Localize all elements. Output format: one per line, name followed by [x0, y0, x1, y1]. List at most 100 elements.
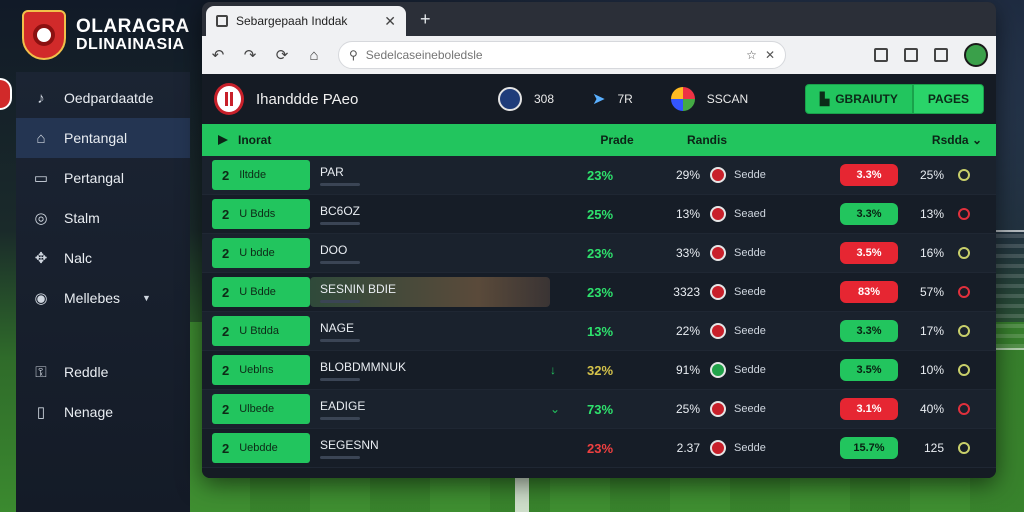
table-row[interactable]: 2 U Bdds BC6OZ 25% 13% Seaed 3.3% 13%	[202, 195, 996, 234]
rank-pill[interactable]: 2 Uebdde	[212, 433, 310, 463]
sidebar: ♪ Oedpardaatde ⌂ Pentangal ▭ Pertangal ◎…	[16, 72, 190, 512]
pitch-line	[515, 476, 529, 512]
status-dot-icon[interactable]	[958, 208, 970, 220]
table-row[interactable]: 2 Ueblns BLOBDMMNUK ↓ 32% 91% Sedde 3.5%…	[202, 351, 996, 390]
status-dot-icon[interactable]	[958, 364, 970, 376]
player-name: SEGESNN	[320, 437, 379, 452]
app-logo[interactable]: OLARAGRA DLINAINASIA	[22, 10, 190, 60]
gravity-button[interactable]: ▙ GBRAIUTY	[804, 84, 913, 114]
stat-value: SSCAN	[706, 92, 749, 106]
table-row[interactable]: 2 Ulbede EADIGE ⌄ 73% 25% Seede 3.1% 40%	[202, 390, 996, 429]
rank-pill[interactable]: 2 Ulbede	[212, 394, 310, 424]
rank-tag: Ueblns	[239, 364, 274, 376]
new-tab-icon[interactable]: +	[420, 9, 431, 30]
back-icon[interactable]: ↶	[210, 46, 226, 64]
browser-window: Sebargepaah Inddak ✕ + ↶ ↷ ⟳ ⌂ ⚲ ☆ ✕ Iha…	[202, 2, 996, 478]
odds-badge[interactable]: 3.3%	[840, 203, 898, 225]
status-dot-icon[interactable]	[958, 286, 970, 298]
odds-badge[interactable]: 3.5%	[840, 359, 898, 381]
player-name: PAR	[320, 164, 344, 179]
star-icon[interactable]: ☆	[746, 48, 757, 62]
player-name-cell[interactable]: NAGE	[310, 316, 550, 346]
header-b[interactable]: Randis	[662, 133, 752, 147]
odds-badge[interactable]: 3.1%	[840, 398, 898, 420]
sidebar-item-3[interactable]: ▭ Pertangal	[16, 158, 190, 198]
extension-icon[interactable]	[874, 48, 888, 62]
header-a[interactable]: Prade	[572, 133, 662, 147]
sub-bar	[320, 299, 360, 303]
team-cell[interactable]: Sedde	[710, 362, 830, 378]
status-dot-icon[interactable]	[958, 403, 970, 415]
caret-down-icon: ▼	[142, 293, 151, 303]
team-crest-icon	[498, 87, 522, 111]
table-row[interactable]: 2 U Btdda NAGE 13% 22% Seede 3.3% 17%	[202, 312, 996, 351]
rank-pill[interactable]: 2 U Bdde	[212, 277, 310, 307]
player-name: DOO	[320, 242, 348, 257]
player-name-cell[interactable]: EADIGE	[310, 394, 550, 424]
rank-tag: U Btdda	[239, 325, 279, 337]
percent-secondary: 25%	[675, 402, 700, 416]
team-cell[interactable]: Seede	[710, 284, 830, 300]
sidebar-item-4[interactable]: ◎ Stalm	[16, 198, 190, 238]
reload-icon[interactable]: ⟳	[274, 46, 290, 64]
rank-number: 2	[222, 167, 230, 183]
avatar[interactable]	[964, 43, 988, 67]
sidebar-item-5[interactable]: ✥ Nalc	[16, 238, 190, 278]
play-icon[interactable]	[218, 135, 228, 145]
player-name-cell[interactable]: SESNIN BDIE	[310, 277, 550, 307]
player-name-cell[interactable]: DOO	[310, 238, 550, 268]
browser-tab[interactable]: Sebargepaah Inddak ✕	[206, 6, 406, 36]
sidebar-item-2[interactable]: ⌂ Pentangal	[16, 118, 190, 158]
rank-pill[interactable]: 2 U Btdda	[212, 316, 310, 346]
table-row[interactable]: 2 U Bdde SESNIN BDIE 23% 3323 Seede 83% …	[202, 273, 996, 312]
table-row[interactable]: 2 Uebdde SEGESNN 23% 2.37 Sedde 15.7% 12…	[202, 429, 996, 468]
odds-badge[interactable]: 83%	[840, 281, 898, 303]
status-dot-icon[interactable]	[958, 247, 970, 259]
status-dot-icon[interactable]	[958, 442, 970, 454]
extensions	[874, 43, 988, 67]
rank-number: 2	[222, 401, 230, 417]
home-icon[interactable]: ⌂	[306, 47, 322, 64]
rank-pill[interactable]: 2 Ueblns	[212, 355, 310, 385]
sidebar-item-8[interactable]: ▯ Nenage	[16, 392, 190, 432]
trend-icon: ⌄	[550, 402, 561, 416]
close-icon[interactable]: ✕	[384, 13, 396, 30]
player-name-cell[interactable]: PAR	[310, 160, 550, 190]
odds-badge[interactable]: 3.3%	[840, 164, 898, 186]
reader-icon[interactable]	[904, 48, 918, 62]
favicon-icon	[216, 15, 228, 27]
table-row[interactable]: 2 Iltdde PAR 23% 29% Sedde 3.3% 25%	[202, 156, 996, 195]
odds-badge[interactable]: 3.5%	[840, 242, 898, 264]
rank-pill[interactable]: 2 Iltdde	[212, 160, 310, 190]
header-first[interactable]: Inorat	[238, 133, 271, 147]
player-name-cell[interactable]: BC6OZ	[310, 199, 550, 229]
team-cell[interactable]: Seede	[710, 323, 830, 339]
team-cell[interactable]: Sedde	[710, 167, 830, 183]
team-cell[interactable]: Seede	[710, 401, 830, 417]
rank-pill[interactable]: 2 U bdde	[212, 238, 310, 268]
sub-bar	[320, 377, 360, 381]
team-cell[interactable]: Sedde	[710, 440, 830, 456]
pages-button[interactable]: PAGES	[912, 84, 984, 114]
rank-pill[interactable]: 2 U Bdds	[212, 199, 310, 229]
status-dot-icon[interactable]	[958, 325, 970, 337]
percent-tertiary: 57%	[919, 285, 944, 299]
rank-tag: U Bdde	[239, 286, 276, 298]
team-cell[interactable]: Sedde	[710, 245, 830, 261]
player-name-cell[interactable]: BLOBDMMNUK	[310, 355, 550, 385]
sidebar-item-6[interactable]: ◉ Mellebes ▼	[16, 278, 190, 318]
address-bar[interactable]: ⚲ ☆ ✕	[338, 41, 786, 69]
forward-icon[interactable]: ↷	[242, 46, 258, 64]
sidebar-item-7[interactable]: ⚿ Reddle	[16, 352, 190, 392]
odds-badge[interactable]: 3.3%	[840, 320, 898, 342]
puzzle-icon[interactable]	[934, 48, 948, 62]
header-c[interactable]: Rsdda ⌄	[752, 133, 996, 147]
address-input[interactable]	[365, 48, 739, 62]
sidebar-item-1[interactable]: ♪ Oedpardaatde	[16, 78, 190, 118]
player-name-cell[interactable]: SEGESNN	[310, 433, 550, 463]
status-dot-icon[interactable]	[958, 169, 970, 181]
odds-badge[interactable]: 15.7%	[840, 437, 898, 459]
clear-icon[interactable]: ✕	[765, 48, 775, 62]
table-row[interactable]: 2 U bdde DOO 23% 33% Sedde 3.5% 16%	[202, 234, 996, 273]
team-cell[interactable]: Seaed	[710, 206, 830, 222]
